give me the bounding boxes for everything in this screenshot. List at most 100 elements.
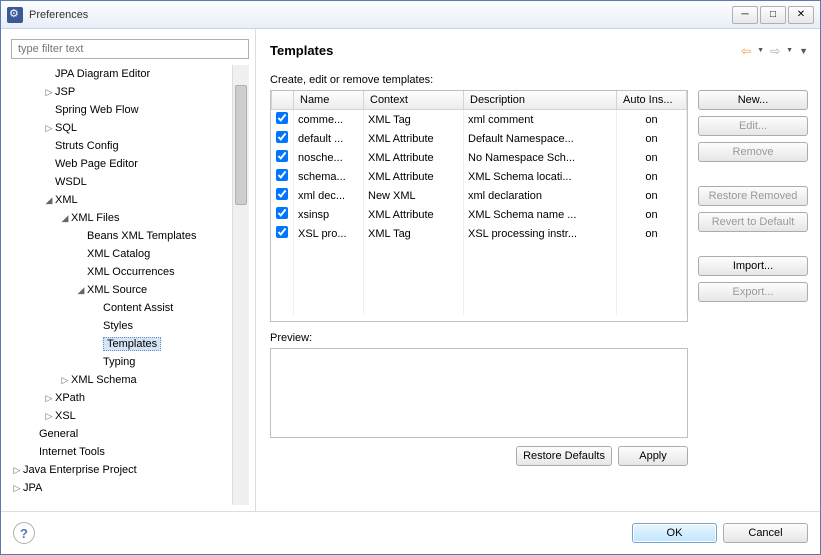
collapse-icon[interactable]: ▷	[43, 83, 55, 101]
tree-item[interactable]: Beans XML Templates	[11, 227, 249, 245]
collapse-icon[interactable]: ▷	[59, 371, 71, 389]
collapse-icon[interactable]: ▷	[43, 389, 55, 407]
tree-label[interactable]: Beans XML Templates	[87, 230, 196, 242]
tree-label[interactable]: General	[39, 428, 78, 440]
tree-item[interactable]: ▷Java Enterprise Project	[11, 461, 249, 479]
tree-label[interactable]: XPath	[55, 392, 85, 404]
tree-label[interactable]: Web Page Editor	[55, 158, 138, 170]
tree-label[interactable]: Styles	[103, 320, 133, 332]
tree-item[interactable]: ▷JSP	[11, 83, 249, 101]
row-checkbox[interactable]	[276, 207, 288, 219]
tree-item[interactable]: ▷SQL	[11, 119, 249, 137]
col-description[interactable]: Description	[464, 91, 617, 110]
tree-label[interactable]: Internet Tools	[39, 446, 105, 458]
col-auto[interactable]: Auto Ins...	[617, 91, 687, 110]
revert-button[interactable]: Revert to Default	[698, 212, 808, 232]
table-row[interactable]: XSL pro...XML TagXSL processing instr...…	[272, 224, 687, 243]
restore-defaults-button[interactable]: Restore Defaults	[516, 446, 612, 466]
col-check[interactable]	[272, 91, 294, 110]
tree-label[interactable]: Java Enterprise Project	[23, 464, 137, 476]
tree-scroll[interactable]: JPA Diagram Editor▷JSPSpring Web Flow▷SQ…	[11, 65, 249, 505]
tree-item[interactable]: General	[11, 425, 249, 443]
tree-label[interactable]: XML Catalog	[87, 248, 150, 260]
col-context[interactable]: Context	[364, 91, 464, 110]
tree-item[interactable]: ▷XML Schema	[11, 371, 249, 389]
restore-removed-button[interactable]: Restore Removed	[698, 186, 808, 206]
tree-item[interactable]: Internet Tools	[11, 443, 249, 461]
tree-scrollbar[interactable]	[232, 65, 249, 505]
tree-item[interactable]: WSDL	[11, 173, 249, 191]
collapse-icon[interactable]: ▷	[11, 461, 23, 479]
tree-item[interactable]: XML Occurrences	[11, 263, 249, 281]
tree-label[interactable]: Content Assist	[103, 302, 173, 314]
help-icon[interactable]: ?	[13, 522, 35, 544]
scroll-thumb[interactable]	[235, 85, 247, 205]
tree-item[interactable]: ▷JPA	[11, 479, 249, 497]
collapse-icon[interactable]: ▷	[11, 479, 23, 497]
tree-item[interactable]: ◢XML Source	[11, 281, 249, 299]
tree-label[interactable]: XSL	[55, 410, 76, 422]
forward-dropdown-icon[interactable]: ▼	[786, 47, 793, 54]
tree-item[interactable]: Web Page Editor	[11, 155, 249, 173]
tree-item[interactable]: Typing	[11, 353, 249, 371]
edit-button[interactable]: Edit...	[698, 116, 808, 136]
row-checkbox[interactable]	[276, 226, 288, 238]
preview-box[interactable]	[270, 348, 688, 438]
row-checkbox[interactable]	[276, 131, 288, 143]
export-button[interactable]: Export...	[698, 282, 808, 302]
new-button[interactable]: New...	[698, 90, 808, 110]
tree-label[interactable]: JPA Diagram Editor	[55, 68, 150, 80]
page-menu-icon[interactable]: ▼	[799, 46, 808, 56]
tree-item[interactable]: ◢XML Files	[11, 209, 249, 227]
tree-item[interactable]: JPA Diagram Editor	[11, 65, 249, 83]
tree-label[interactable]: JPA	[23, 482, 42, 494]
row-checkbox[interactable]	[276, 169, 288, 181]
table-row[interactable]: default ...XML AttributeDefault Namespac…	[272, 129, 687, 148]
tree-label[interactable]: WSDL	[55, 176, 87, 188]
table-row[interactable]: comme...XML Tagxml commenton	[272, 110, 687, 130]
tree-label[interactable]: Typing	[103, 356, 135, 368]
tree-item[interactable]: ▷XPath	[11, 389, 249, 407]
back-icon[interactable]: ⇦	[741, 44, 751, 58]
tree-label[interactable]: XML Source	[87, 284, 147, 296]
tree-label[interactable]: SQL	[55, 122, 77, 134]
table-row[interactable]: schema...XML AttributeXML Schema locati.…	[272, 167, 687, 186]
minimize-button[interactable]: ─	[732, 6, 758, 24]
back-dropdown-icon[interactable]: ▼	[757, 47, 764, 54]
table-row[interactable]: nosche...XML AttributeNo Namespace Sch..…	[272, 148, 687, 167]
tree-label[interactable]: JSP	[55, 86, 75, 98]
forward-icon[interactable]: ⇨	[770, 44, 780, 58]
tree-label[interactable]: XML Files	[71, 212, 120, 224]
tree-item[interactable]: Templates	[11, 335, 249, 353]
expand-icon[interactable]: ◢	[75, 281, 87, 299]
expand-icon[interactable]: ◢	[59, 209, 71, 227]
tree-item[interactable]: Styles	[11, 317, 249, 335]
tree-item[interactable]: Content Assist	[11, 299, 249, 317]
import-button[interactable]: Import...	[698, 256, 808, 276]
row-checkbox[interactable]	[276, 150, 288, 162]
tree-item[interactable]: ◢XML	[11, 191, 249, 209]
filter-input[interactable]	[11, 39, 249, 59]
collapse-icon[interactable]: ▷	[43, 407, 55, 425]
row-checkbox[interactable]	[276, 188, 288, 200]
expand-icon[interactable]: ◢	[43, 191, 55, 209]
collapse-icon[interactable]: ▷	[43, 119, 55, 137]
apply-button[interactable]: Apply	[618, 446, 688, 466]
tree-label[interactable]: XML Schema	[71, 374, 137, 386]
remove-button[interactable]: Remove	[698, 142, 808, 162]
col-name[interactable]: Name	[294, 91, 364, 110]
tree-label[interactable]: XML Occurrences	[87, 266, 175, 278]
tree-item[interactable]: Struts Config	[11, 137, 249, 155]
tree-item[interactable]: Spring Web Flow	[11, 101, 249, 119]
table-row[interactable]: xml dec...New XMLxml declarationon	[272, 186, 687, 205]
row-checkbox[interactable]	[276, 112, 288, 124]
tree-label[interactable]: Spring Web Flow	[55, 104, 139, 116]
close-button[interactable]: ✕	[788, 6, 814, 24]
tree-item[interactable]: XML Catalog	[11, 245, 249, 263]
tree-label[interactable]: Templates	[103, 337, 161, 351]
table-row[interactable]: xsinspXML AttributeXML Schema name ...on	[272, 205, 687, 224]
tree-label[interactable]: XML	[55, 194, 78, 206]
cancel-button[interactable]: Cancel	[723, 523, 808, 543]
ok-button[interactable]: OK	[632, 523, 717, 543]
tree-label[interactable]: Struts Config	[55, 140, 119, 152]
